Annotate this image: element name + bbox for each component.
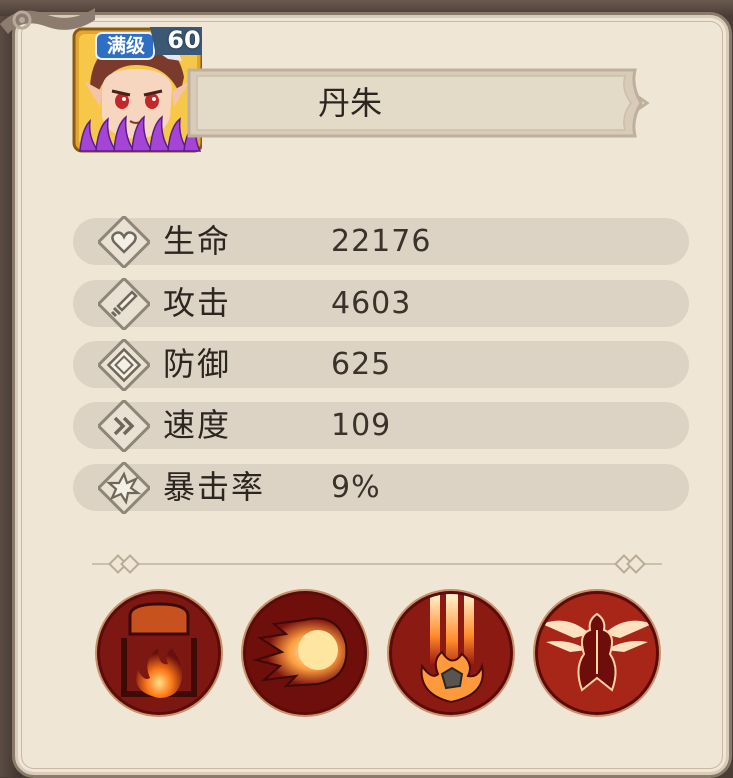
stat-value: 625	[331, 347, 392, 382]
stat-label: 暴击率	[163, 468, 266, 506]
hero-portrait[interactable]: 满级 60	[72, 25, 204, 153]
section-divider	[92, 554, 662, 574]
speed-arrows-icon	[98, 400, 150, 452]
fire-cauldron-skill-icon	[100, 594, 218, 712]
heart-icon	[98, 216, 150, 268]
skill-4[interactable]	[538, 594, 656, 712]
stat-label: 防御	[163, 345, 232, 383]
stat-row-crit-rate: 暴击率 9%	[73, 462, 689, 514]
shield-icon	[98, 339, 150, 391]
flaming-meteor-skill-icon	[392, 594, 510, 712]
stat-value: 22176	[331, 224, 432, 259]
hero-level: 60	[167, 26, 201, 54]
stat-label: 生命	[163, 222, 232, 260]
phoenix-skill-icon	[538, 594, 656, 712]
stat-value: 4603	[331, 286, 412, 321]
stat-label: 速度	[163, 406, 232, 444]
stat-label: 攻击	[163, 284, 232, 322]
skill-1[interactable]	[100, 594, 218, 712]
skill-2[interactable]	[246, 594, 364, 712]
sword-icon	[98, 278, 150, 330]
max-level-badge: 满级	[106, 35, 145, 57]
stat-row-defense: 防御 625	[73, 339, 689, 391]
hero-name: 丹朱	[317, 84, 382, 122]
fireball-skill-icon	[246, 594, 364, 712]
stat-row-speed: 速度 109	[73, 400, 689, 452]
skill-3[interactable]	[392, 594, 510, 712]
stat-value: 9%	[331, 470, 381, 505]
stat-row-health: 生命 22176	[73, 216, 689, 268]
critical-burst-icon	[98, 462, 150, 514]
stat-row-attack: 攻击 4603	[73, 278, 689, 330]
stat-value: 109	[331, 408, 392, 443]
